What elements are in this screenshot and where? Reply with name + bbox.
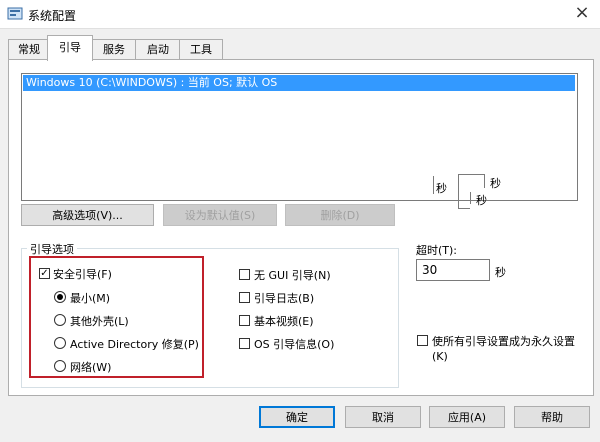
base-video-checkbox[interactable] bbox=[239, 315, 250, 326]
no-gui-boot-checkbox[interactable] bbox=[239, 269, 250, 280]
os-boot-info-checkbox[interactable] bbox=[239, 338, 250, 349]
glitch-label: 秒 bbox=[436, 182, 447, 195]
no-gui-boot-label: 无 GUI 引导(N) bbox=[254, 269, 331, 282]
os-list-item[interactable]: Windows 10 (C:\WINDOWS) : 当前 OS; 默认 OS bbox=[23, 75, 575, 91]
title-bar bbox=[0, 0, 600, 29]
glitch-line bbox=[458, 175, 459, 209]
tab-general[interactable]: 常规 bbox=[8, 39, 50, 59]
glitch-label: 秒 bbox=[490, 177, 501, 190]
tab-startup[interactable]: 启动 bbox=[135, 39, 181, 59]
base-video-label: 基本视频(E) bbox=[254, 315, 314, 328]
boot-log-label: 引导日志(B) bbox=[254, 292, 315, 305]
boot-options-title: 引导选项 bbox=[27, 241, 77, 257]
tab-boot[interactable]: 引导 bbox=[47, 35, 93, 61]
os-boot-info-label: OS 引导信息(O) bbox=[254, 338, 335, 351]
window-title: 系统配置 bbox=[28, 9, 77, 23]
timeout-input[interactable]: 30 bbox=[416, 259, 490, 281]
permanent-label-shortcut: (K) bbox=[432, 350, 448, 363]
glitch-label: 秒 bbox=[476, 194, 487, 207]
glitch-line bbox=[458, 174, 484, 175]
cancel-button[interactable]: 取消 bbox=[345, 406, 421, 428]
permanent-label: 使所有引导设置成为永久设置 bbox=[432, 335, 575, 348]
tab-services[interactable]: 服务 bbox=[91, 39, 137, 59]
highlight-box bbox=[29, 256, 204, 378]
tab-tools[interactable]: 工具 bbox=[179, 39, 223, 59]
glitch-line bbox=[470, 192, 471, 204]
ok-button[interactable]: 确定 bbox=[259, 406, 335, 428]
boot-log-checkbox[interactable] bbox=[239, 292, 250, 303]
glitch-line bbox=[484, 174, 485, 188]
close-icon[interactable]: × bbox=[570, 2, 594, 24]
timeout-label: 超时(T): bbox=[416, 244, 458, 257]
apply-button[interactable]: 应用(A) bbox=[429, 406, 505, 428]
set-default-button[interactable]: 设为默认值(S) bbox=[163, 204, 277, 226]
glitch-line bbox=[433, 176, 434, 194]
advanced-options-button[interactable]: 高级选项(V)... bbox=[21, 204, 154, 226]
delete-button[interactable]: 删除(D) bbox=[285, 204, 395, 226]
permanent-checkbox[interactable] bbox=[417, 335, 428, 346]
system-config-icon bbox=[7, 6, 23, 22]
help-button[interactable]: 帮助 bbox=[514, 406, 590, 428]
glitch-line bbox=[458, 208, 470, 209]
timeout-unit: 秒 bbox=[495, 266, 506, 279]
